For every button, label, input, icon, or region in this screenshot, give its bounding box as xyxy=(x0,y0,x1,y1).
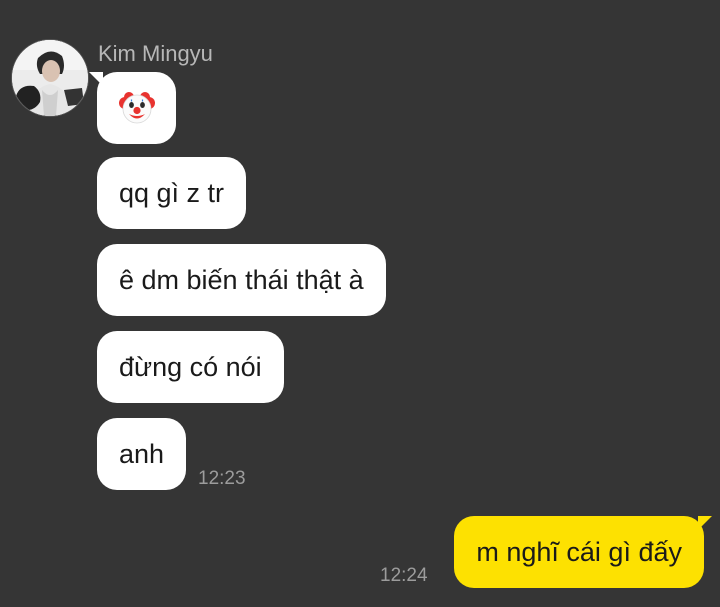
incoming-message-bubble[interactable]: đừng có nói xyxy=(97,331,284,403)
outgoing-message-bubble[interactable]: m nghĩ cái gì đấy xyxy=(454,516,712,588)
message-timestamp: 12:23 xyxy=(198,468,246,489)
message-text: qq gì z tr xyxy=(119,178,225,208)
incoming-message-bubble[interactable]: qq gì z tr xyxy=(97,157,247,229)
contact-avatar[interactable] xyxy=(12,40,88,116)
message-text: ê dm biến thái thật à xyxy=(119,265,364,295)
incoming-message-bubble[interactable]: ê dm biến thái thật à xyxy=(97,244,386,316)
incoming-message-bubble[interactable]: anh xyxy=(97,418,187,490)
incoming-message-bubble[interactable] xyxy=(89,72,176,144)
message-text: anh xyxy=(119,439,165,469)
message-text: m nghĩ cái gì đấy xyxy=(476,537,682,567)
message-text: đừng có nói xyxy=(119,352,262,382)
message-timestamp: 12:24 xyxy=(380,565,428,586)
sender-name: Kim Mingyu xyxy=(98,41,213,66)
clown-face-icon xyxy=(118,92,155,124)
avatar-photo xyxy=(12,40,88,116)
